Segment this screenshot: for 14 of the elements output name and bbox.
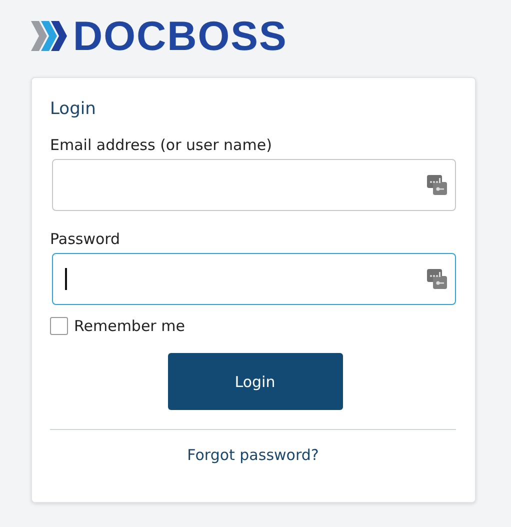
field-label: Email address (or user name): [50, 135, 273, 156]
password-manager-icon[interactable]: [427, 175, 447, 195]
field-label: Password: [50, 229, 122, 250]
remember-label: Remember me: [74, 317, 185, 335]
remember-checkbox[interactable]: [50, 317, 68, 335]
logo-text: DOCBOSS: [73, 13, 288, 59]
password-manager-icon[interactable]: [427, 269, 447, 289]
chevron-logo-icon: [31, 21, 69, 51]
login-button[interactable]: Login: [168, 353, 342, 410]
input-field[interactable]: [52, 159, 456, 211]
text-cursor-icon: [65, 268, 67, 290]
form-title: Login: [50, 98, 97, 120]
input-field[interactable]: [52, 253, 456, 305]
forgot-password-link[interactable]: Forgot password?: [187, 446, 319, 464]
